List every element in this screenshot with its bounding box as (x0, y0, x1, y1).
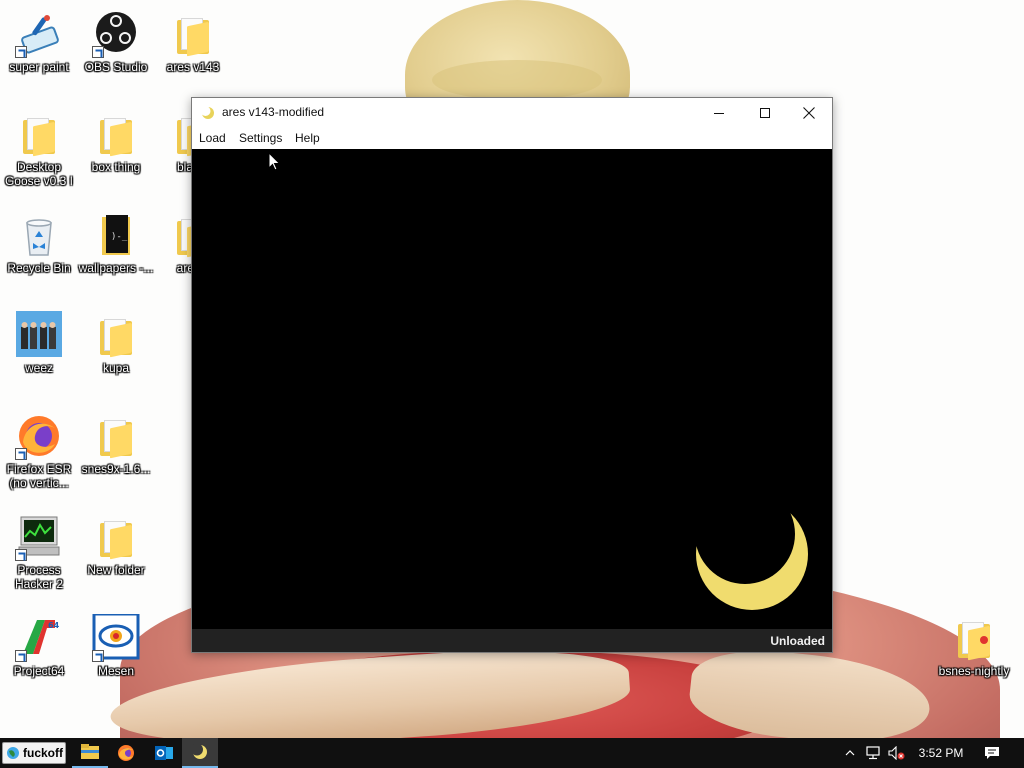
start-label: fuckoff (23, 746, 63, 760)
firefox-icon (118, 745, 134, 761)
desktop-icon-new-folder[interactable]: New folder (78, 513, 154, 577)
taskbar-firefox[interactable] (108, 738, 144, 768)
status-bar: Unloaded (192, 629, 832, 652)
folder-icon (169, 10, 217, 58)
desktop-icon-ares-v143[interactable]: ares v143 (155, 10, 231, 74)
ares-icon (192, 744, 207, 759)
close-button[interactable] (786, 98, 832, 128)
folder-icon (950, 614, 998, 662)
window-titlebar[interactable]: ares v143-modified (192, 98, 832, 128)
paint-app-icon (15, 10, 63, 58)
desktop-icon-bsnes-nightly[interactable]: bsnes-nightly (936, 614, 1012, 678)
menu-bar: Load Settings Help (192, 128, 832, 148)
desktop-icon-label: Project64 (13, 664, 65, 678)
desktop-icon-obs-studio[interactable]: OBS Studio (78, 10, 154, 74)
desktop-icon-weez[interactable]: weez (1, 311, 77, 375)
red-dot-icon (980, 636, 988, 644)
ares-moon-icon (200, 106, 215, 120)
desktop-icon-label: super paint (9, 60, 69, 74)
firefox-icon (15, 412, 63, 460)
folder-icon (92, 110, 140, 158)
menu-help[interactable]: Help (295, 131, 320, 145)
tray-show-hidden-button[interactable] (840, 738, 860, 768)
desktop-icon-label: weez (24, 361, 53, 375)
action-center-button[interactable] (978, 738, 1006, 768)
desktop-icon-label: kupa (102, 361, 130, 375)
project64-icon: 64 (15, 614, 63, 662)
file-explorer-icon (81, 744, 99, 759)
desktop-icon-super-paint[interactable]: super paint (1, 10, 77, 74)
svg-text:)-_: )-_ (111, 232, 128, 242)
ares-logo-moon-icon (696, 498, 808, 610)
desktop-icon-mesen[interactable]: Mesen (78, 612, 154, 678)
desktop-icon-kupa[interactable]: kupa (78, 311, 154, 375)
desktop-icon-label: Mesen (97, 664, 135, 678)
desktop-icon-label: New folder (87, 563, 145, 577)
tray-network-button[interactable] (862, 738, 884, 768)
minimize-icon (714, 113, 724, 114)
maximize-icon (760, 108, 770, 118)
close-icon (803, 107, 815, 119)
taskbar-ares[interactable] (182, 738, 218, 768)
globe-icon (7, 747, 19, 759)
shortcut-arrow-icon (15, 448, 27, 460)
folder-icon (92, 311, 140, 359)
desktop-icon-process-hacker[interactable]: Process Hacker 2 (1, 513, 77, 591)
taskbar-clock[interactable]: 3:52 PM (912, 738, 970, 768)
outlook-icon (155, 746, 173, 760)
obs-icon (92, 10, 140, 58)
desktop-icon-firefox-esr[interactable]: Firefox ESR (no vertic... (1, 412, 77, 490)
desktop-icon-label: Process Hacker 2 (14, 563, 64, 591)
tray-volume-button[interactable] (886, 738, 908, 768)
desktop-icon-label: Desktop Goose v0.3 I (4, 160, 74, 188)
status-text: Unloaded (770, 634, 825, 648)
image-icon (15, 311, 63, 359)
notifications-icon (985, 747, 999, 759)
shortcut-arrow-icon (92, 650, 104, 662)
desktop-icon-project64[interactable]: 64 Project64 (1, 614, 77, 678)
shortcut-arrow-icon (92, 46, 104, 58)
desktop-icon-wallpapers[interactable]: )-_ wallpapers -... (78, 211, 154, 275)
shortcut-arrow-icon (15, 549, 27, 561)
desktop-icon-label: bsnes-nightly (938, 664, 1010, 678)
desktop-icon-label: ares v143 (166, 60, 220, 74)
window-title: ares v143-modified (222, 105, 325, 119)
volume-muted-icon (888, 746, 905, 760)
folder-icon (15, 110, 63, 158)
shortcut-arrow-icon (15, 46, 27, 58)
desktop-icon-desktop-goose[interactable]: Desktop Goose v0.3 I (1, 110, 77, 188)
wallpaper-hair-band (432, 60, 602, 100)
minimize-button[interactable] (696, 98, 742, 128)
mesen-icon (92, 612, 140, 662)
desktop-icon-label: wallpapers -... (78, 261, 154, 275)
desktop-icon-recycle-bin[interactable]: Recycle Bin (1, 211, 77, 275)
svg-text:64: 64 (48, 621, 60, 630)
desktop-icon-box-thing[interactable]: box thing (78, 110, 154, 174)
desktop-icon-label: OBS Studio (84, 60, 148, 74)
network-icon (866, 746, 880, 760)
dark-folder-icon: )-_ (92, 211, 140, 259)
desktop-icon-snes9x[interactable]: snes9x-1.6... (78, 412, 154, 476)
taskbar-file-explorer[interactable] (72, 738, 108, 768)
start-button[interactable]: fuckoff (2, 742, 66, 764)
desktop-icon-label: box thing (91, 160, 141, 174)
folder-icon (92, 412, 140, 460)
chevron-up-icon (845, 750, 855, 756)
menu-settings[interactable]: Settings (239, 131, 282, 145)
folder-icon (92, 513, 140, 561)
maximize-button[interactable] (742, 98, 788, 128)
menu-load[interactable]: Load (199, 131, 226, 145)
mouse-cursor-icon (268, 152, 281, 171)
ares-window[interactable]: ares v143-modified Load Settings Help Un… (191, 97, 833, 653)
emulator-viewport[interactable] (192, 149, 832, 629)
process-hacker-icon (15, 513, 63, 561)
desktop-icon-label: Firefox ESR (no vertic... (6, 462, 72, 490)
taskbar-outlook[interactable] (146, 738, 182, 768)
recycle-bin-icon (15, 211, 63, 259)
desktop-icon-label: Recycle Bin (7, 261, 71, 275)
desktop-icon-label: snes9x-1.6... (81, 462, 151, 476)
shortcut-arrow-icon (15, 650, 27, 662)
taskbar: fuckoff 3:52 PM (0, 738, 1024, 768)
